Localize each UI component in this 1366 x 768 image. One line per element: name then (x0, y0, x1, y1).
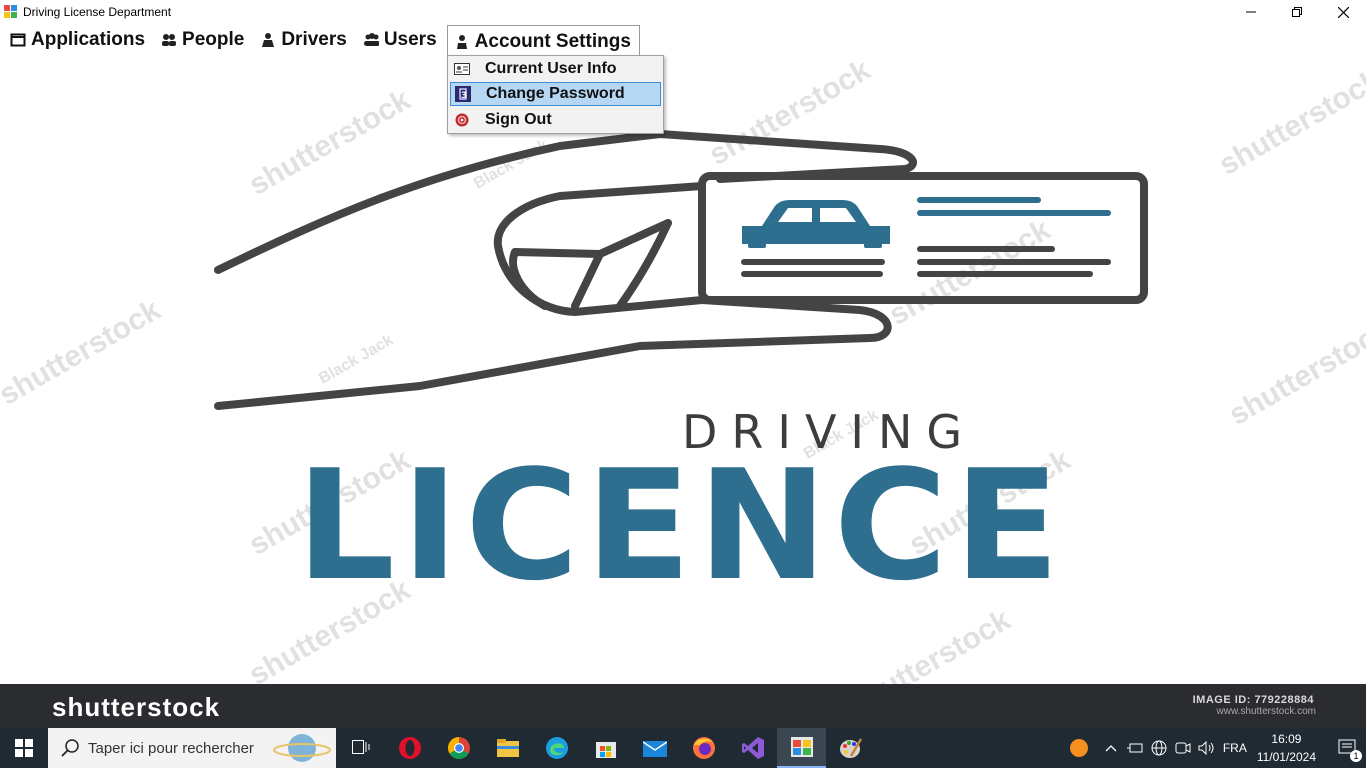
stock-image-id: IMAGE ID: 779228884 (1192, 694, 1314, 706)
minimize-button[interactable] (1228, 0, 1274, 24)
restore-button[interactable] (1274, 0, 1320, 24)
menu-people[interactable]: People (155, 25, 252, 55)
firefox-icon (692, 737, 715, 759)
file-explorer-button[interactable] (483, 728, 532, 768)
menu-sign-out-label: Sign Out (485, 111, 552, 128)
title-bar: Driving License Department (0, 0, 1366, 24)
weather-sun-icon (1069, 739, 1088, 757)
mail-icon (642, 741, 667, 757)
tray-camera-button[interactable] (1171, 728, 1195, 768)
edge-button[interactable] (532, 728, 581, 768)
account-icon (454, 34, 470, 50)
menu-sign-out[interactable]: Sign Out (450, 108, 661, 132)
window-title: Driving License Department (23, 5, 172, 19)
menu-current-user-info[interactable]: Current User Info (450, 57, 661, 81)
menu-account-settings-label: Account Settings (474, 30, 631, 52)
notifications-button[interactable]: 1 (1330, 728, 1366, 768)
stock-footer-bar: shutterstock IMAGE ID: 779228884 www.shu… (0, 684, 1366, 728)
paint-button[interactable] (826, 728, 875, 768)
menu-current-user-info-label: Current User Info (485, 60, 617, 77)
start-button[interactable] (0, 728, 48, 768)
app-icon (4, 5, 18, 19)
menu-people-label: People (182, 29, 245, 50)
chrome-icon (447, 737, 470, 759)
car-icon (742, 200, 890, 248)
svg-text:3: 3 (461, 91, 467, 101)
visual-studio-icon (741, 737, 764, 759)
camera-icon (1175, 742, 1191, 754)
opera-icon (398, 737, 421, 759)
weather-button[interactable] (1059, 728, 1099, 768)
globe-icon (1151, 740, 1167, 756)
window-icon (10, 32, 26, 48)
usb-icon (1126, 743, 1143, 753)
store-icon (595, 742, 616, 758)
search-highlight-icon (273, 734, 331, 762)
visual-studio-button[interactable] (728, 728, 777, 768)
app-window: Driving License Department Applications (0, 0, 1366, 728)
users-icon (363, 32, 379, 48)
taskbar-search[interactable]: Taper ici pour rechercher (48, 728, 336, 768)
tray-network-button[interactable] (1147, 728, 1171, 768)
chevron-up-icon (1105, 745, 1117, 752)
tray-volume-button[interactable] (1195, 728, 1219, 768)
stock-brand: shutterstock (52, 692, 221, 722)
menu-users[interactable]: Users (357, 25, 445, 55)
search-placeholder: Taper ici pour rechercher (88, 739, 254, 757)
language-indicator[interactable]: FRA (1223, 741, 1247, 755)
stock-url: www.shutterstock.com (1216, 706, 1316, 717)
minimize-icon (1246, 11, 1256, 13)
people-icon (161, 32, 177, 48)
tray-overflow-button[interactable] (1099, 728, 1123, 768)
file-explorer-icon (496, 739, 519, 757)
background-illustration: shutterstock shutterstock shutterstock s… (0, 56, 1366, 684)
notification-count: 1 (1350, 750, 1362, 762)
app-window-icon (790, 737, 813, 757)
system-tray: FRA 16:09 11/01/2024 1 (1059, 728, 1366, 768)
menu-change-password-label: Change Password (486, 85, 625, 102)
account-settings-dropdown: Current User Info 3 Change Password Sign… (447, 55, 664, 134)
app-window-button[interactable] (777, 728, 826, 768)
close-icon (1337, 6, 1349, 18)
menu-applications[interactable]: Applications (4, 25, 153, 55)
menu-change-password[interactable]: 3 Change Password (450, 82, 661, 106)
firefox-button[interactable] (679, 728, 728, 768)
menu-account-settings[interactable]: Account Settings (446, 25, 640, 57)
task-view-icon (351, 740, 369, 754)
taskbar: Taper ici pour rechercher FRA 16:09 11/0… (0, 728, 1366, 768)
search-icon (61, 739, 79, 757)
tray-usb-button[interactable] (1123, 728, 1147, 768)
password-icon: 3 (454, 85, 472, 103)
clock[interactable]: 16:09 11/01/2024 (1257, 730, 1316, 766)
clock-time: 16:09 (1271, 732, 1302, 746)
id-card-icon (453, 60, 471, 78)
menu-users-label: Users (383, 29, 437, 50)
windows-logo-icon (15, 739, 33, 757)
menu-applications-label: Applications (31, 29, 146, 50)
menu-drivers-label: Drivers (281, 29, 347, 50)
driver-icon (260, 32, 276, 48)
menu-drivers[interactable]: Drivers (254, 25, 355, 55)
restore-icon (1292, 7, 1302, 17)
task-view-button[interactable] (336, 728, 385, 768)
mail-button[interactable] (630, 728, 679, 768)
clock-date: 11/01/2024 (1256, 750, 1316, 764)
volume-icon (1198, 741, 1214, 755)
chrome-button[interactable] (434, 728, 483, 768)
heading-licence: LICENCE (296, 437, 1066, 614)
close-button[interactable] (1320, 0, 1366, 24)
licence-illustration: DRIVING LICENCE (214, 130, 1148, 614)
edge-icon (545, 737, 568, 759)
window-controls (1228, 0, 1366, 24)
menu-bar: Applications People Drivers Users Accoun… (0, 24, 1366, 57)
sign-out-icon (453, 111, 471, 129)
store-button[interactable] (581, 728, 630, 768)
opera-button[interactable] (385, 728, 434, 768)
paint-icon (839, 738, 862, 758)
